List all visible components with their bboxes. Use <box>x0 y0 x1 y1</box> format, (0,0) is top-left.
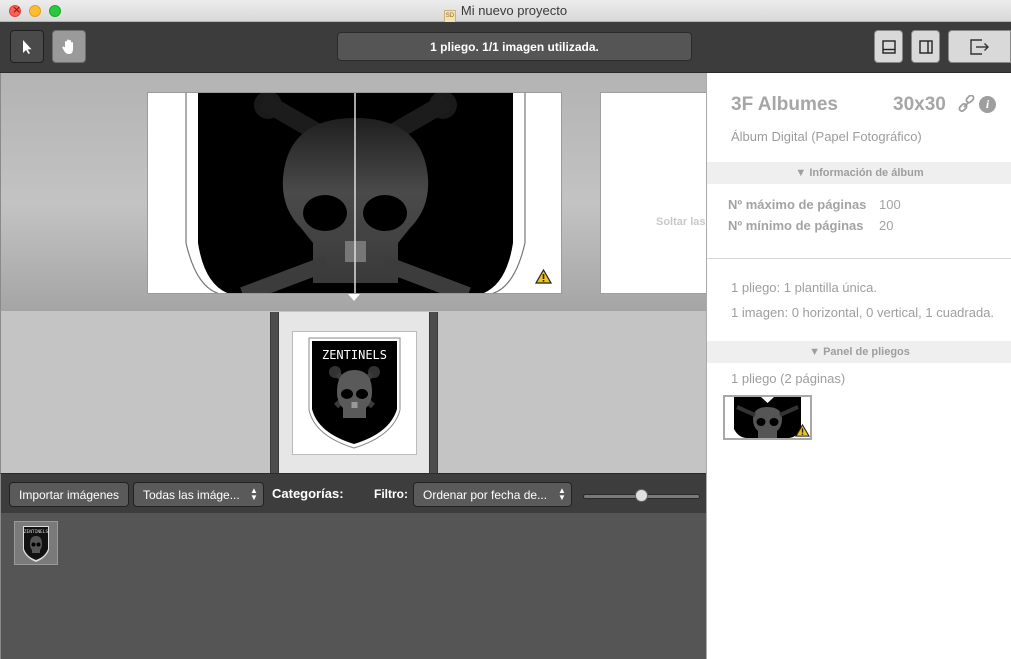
spread-thumbnail[interactable]: ZENTINELS <box>292 331 417 455</box>
thumbnail-size-slider-knob[interactable] <box>635 489 648 502</box>
template-summary: 1 pliego: 1 plantilla única. <box>731 280 877 295</box>
image-browser-thumbnail: ZENTINELS <box>23 526 49 562</box>
album-subtitle: Álbum Digital (Papel Fotográfico) <box>731 129 922 144</box>
image-filter-value: Todas las imáge... <box>143 487 240 502</box>
strip-divider-right <box>429 312 438 473</box>
select-stepper-icon: ▲ ▼ <box>558 486 566 502</box>
album-size: 30x30 <box>893 94 946 115</box>
status-text: 1 pliego. 1/1 imagen utilizada. <box>430 39 599 54</box>
window-title-text: Mi nuevo proyecto <box>460 3 568 18</box>
select-stepper-icon: ▲ ▼ <box>250 486 258 502</box>
min-pages-row: Nº mínimo de páginas 20 <box>728 218 893 233</box>
pan-tool-button[interactable] <box>52 30 86 63</box>
spreads-count: 1 pliego (2 páginas) <box>731 371 846 386</box>
window-title: SD Mi nuevo proyecto <box>0 3 1011 23</box>
album-info-panel: 3F Albumes 30x30 i Álbum Digital (Papel … <box>706 73 1011 659</box>
image-filter-select[interactable]: Todas las imáge... ▲ ▼ <box>133 482 264 507</box>
link-icon[interactable] <box>957 95 976 114</box>
max-pages-row: Nº máximo de páginas 100 <box>728 197 901 212</box>
image-browser-thumbnail-text: ZENTINELS <box>24 529 49 535</box>
strip-divider-left <box>270 312 279 473</box>
info-icon[interactable]: i <box>979 96 996 113</box>
spread-panel-thumbnail[interactable] <box>723 395 812 440</box>
bottom-panel-icon <box>881 39 896 54</box>
spreads-panel-section-title: ▼ Panel de pliegos <box>809 346 910 358</box>
toggle-bottom-panel-button[interactable] <box>874 30 903 63</box>
spread-strip: ZENTINELS <box>0 310 706 473</box>
current-spread-marker <box>348 294 360 301</box>
image-browser-toolbar: Importar imágenes Todas las imáge... ▲ ▼ … <box>0 473 706 513</box>
window-titlebar: SDMi nuevo proyecto <box>0 0 1011 23</box>
skull-shield-artwork <box>185 93 526 293</box>
shield-logo-thumbnail: ZENTINELS <box>308 337 401 449</box>
empty-page-drop-zone[interactable]: Soltar las <box>600 92 706 294</box>
panel-divider <box>707 258 1011 259</box>
thumbnail-logo-text: ZENTINELS <box>322 348 387 362</box>
drop-hint-text: Soltar las <box>656 216 706 228</box>
hand-icon <box>62 39 73 54</box>
album-info-section-header[interactable]: ▼ Información de álbum <box>707 162 1011 184</box>
main-toolbar: 1 pliego. 1/1 imagen utilizada. <box>0 22 1011 73</box>
status-display: 1 pliego. 1/1 imagen utilizada. <box>337 32 692 61</box>
import-images-button[interactable]: Importar imágenes <box>9 482 130 507</box>
album-product-title: 3F Albumes <box>731 94 838 115</box>
export-icon <box>969 38 989 55</box>
warning-icon <box>535 269 552 284</box>
album-info-section-title: ▼ Información de álbum <box>795 167 924 179</box>
image-browser-item[interactable]: ZENTINELS <box>14 521 58 565</box>
image-summary: 1 imagen: 0 horizontal, 0 vertical, 1 cu… <box>731 305 995 320</box>
image-browser: ZENTINELS <box>0 513 706 659</box>
max-pages-value: 100 <box>879 197 901 212</box>
select-tool-button[interactable] <box>10 30 44 63</box>
export-button[interactable] <box>948 30 1011 63</box>
sort-order-select[interactable]: Ordenar por fecha de... ▲ ▼ <box>413 482 572 507</box>
warning-icon <box>795 424 810 437</box>
filter-label: Filtro: <box>374 487 408 501</box>
spreads-panel-section-header[interactable]: ▼ Panel de pliegos <box>707 341 1011 363</box>
arrow-pointer-icon <box>23 39 32 54</box>
categories-label: Categorías: <box>272 486 344 501</box>
max-pages-label: Nº máximo de páginas <box>728 197 867 212</box>
import-images-label: Importar imágenes <box>19 487 120 502</box>
min-pages-value: 20 <box>879 218 894 233</box>
toggle-side-panel-button[interactable] <box>911 30 940 63</box>
spread-canvas[interactable]: Soltar las <box>0 73 706 310</box>
min-pages-label: Nº mínimo de páginas <box>728 218 864 233</box>
spread-left-right-pages[interactable] <box>147 92 562 294</box>
sort-order-value: Ordenar por fecha de... <box>423 487 548 502</box>
side-panel-icon <box>918 39 933 54</box>
